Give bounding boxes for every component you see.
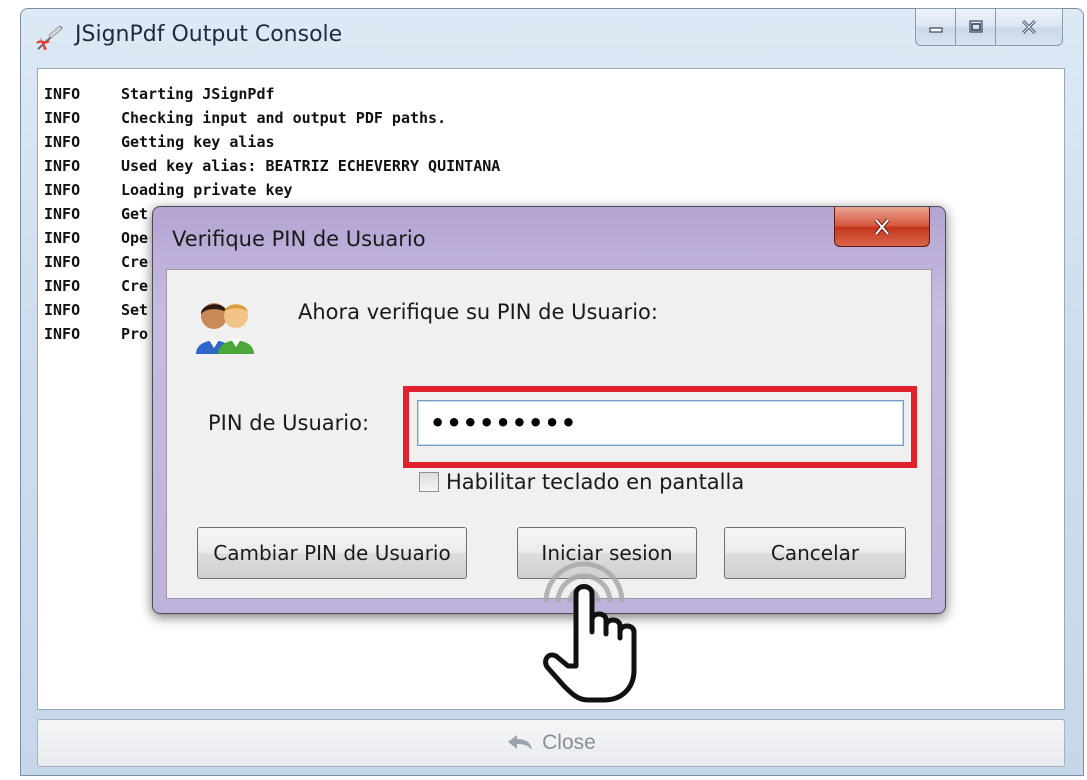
log-message: Ope bbox=[121, 229, 149, 247]
onscreen-keyboard-checkbox[interactable] bbox=[419, 472, 439, 492]
pin-prompt: Ahora verifique su PIN de Usuario: bbox=[298, 300, 658, 324]
users-icon bbox=[196, 303, 254, 354]
window-close-button[interactable] bbox=[995, 8, 1063, 46]
pin-highlight-box bbox=[403, 386, 917, 468]
pin-dialog: Verifique PIN de Usuario Ahora verifique… bbox=[152, 206, 946, 614]
close-button-label: Close bbox=[542, 731, 596, 754]
change-pin-button[interactable]: Cambiar PIN de Usuario bbox=[197, 527, 467, 579]
cancel-button[interactable]: Cancelar bbox=[724, 527, 906, 579]
console-line: INFO Loading private key bbox=[44, 181, 293, 203]
log-message: Getting key alias bbox=[121, 133, 275, 151]
console-line: INFO Starting JSignPdf bbox=[44, 85, 275, 107]
log-level: INFO bbox=[44, 181, 81, 199]
log-message: Cre bbox=[121, 277, 149, 295]
console-line: INFO Cre bbox=[44, 277, 148, 299]
pin-field-label: PIN de Usuario: bbox=[208, 411, 370, 435]
log-level: INFO bbox=[44, 253, 81, 271]
onscreen-keyboard-label[interactable]: Habilitar teclado en pantalla bbox=[446, 470, 744, 494]
log-level: INFO bbox=[44, 325, 81, 343]
log-message: Set bbox=[121, 301, 149, 319]
log-level: INFO bbox=[44, 109, 81, 127]
console-line: INFO Set bbox=[44, 301, 148, 323]
back-arrow-icon bbox=[508, 735, 533, 750]
console-line: INFO Get bbox=[44, 205, 148, 227]
pin-input[interactable] bbox=[417, 400, 904, 446]
dialog-close-button[interactable] bbox=[834, 207, 930, 247]
jsignpdf-app-icon bbox=[36, 25, 63, 50]
window-title: JSignPdf Output Console bbox=[75, 22, 343, 47]
hand-pointer-icon bbox=[543, 561, 637, 703]
log-level: INFO bbox=[44, 85, 81, 103]
console-line: INFO Ope bbox=[44, 229, 148, 251]
dialog-body: Ahora verifique su PIN de Usuario: PIN d… bbox=[166, 269, 932, 599]
console-line: INFO Used key alias: BEATRIZ ECHEVERRY QU… bbox=[44, 157, 500, 179]
maximize-icon bbox=[968, 20, 983, 33]
log-message: Used key alias: BEATRIZ ECHEVERRY QUINTA… bbox=[121, 157, 501, 175]
console-line: INFO Pro bbox=[44, 325, 148, 347]
log-message: Cre bbox=[121, 253, 149, 271]
log-level: INFO bbox=[44, 157, 81, 175]
onscreen-keyboard-option: Habilitar teclado en pantalla bbox=[419, 470, 744, 494]
console-line: INFO Checking input and output PDF paths. bbox=[44, 109, 446, 131]
log-message: Loading private key bbox=[121, 181, 293, 199]
minimize-button[interactable] bbox=[915, 8, 955, 46]
dialog-title: Verifique PIN de Usuario bbox=[172, 227, 426, 251]
log-message: Starting JSignPdf bbox=[121, 85, 275, 103]
log-level: INFO bbox=[44, 229, 81, 247]
log-level: INFO bbox=[44, 205, 81, 223]
log-level: INFO bbox=[44, 133, 81, 151]
console-line: INFO Getting key alias bbox=[44, 133, 275, 155]
log-level: INFO bbox=[44, 277, 81, 295]
close-button[interactable]: Close bbox=[37, 719, 1065, 767]
console-line: INFO Cre bbox=[44, 253, 148, 275]
close-icon bbox=[1021, 19, 1037, 35]
log-level: INFO bbox=[44, 301, 81, 319]
caption-buttons bbox=[915, 8, 1063, 46]
minimize-icon bbox=[928, 27, 943, 33]
outer-titlebar[interactable]: JSignPdf Output Console bbox=[21, 8, 1083, 65]
log-message: Get bbox=[121, 205, 149, 223]
maximize-button[interactable] bbox=[955, 8, 995, 46]
log-message: Checking input and output PDF paths. bbox=[121, 109, 447, 127]
close-icon bbox=[874, 218, 890, 235]
log-message: Pro bbox=[121, 325, 149, 343]
